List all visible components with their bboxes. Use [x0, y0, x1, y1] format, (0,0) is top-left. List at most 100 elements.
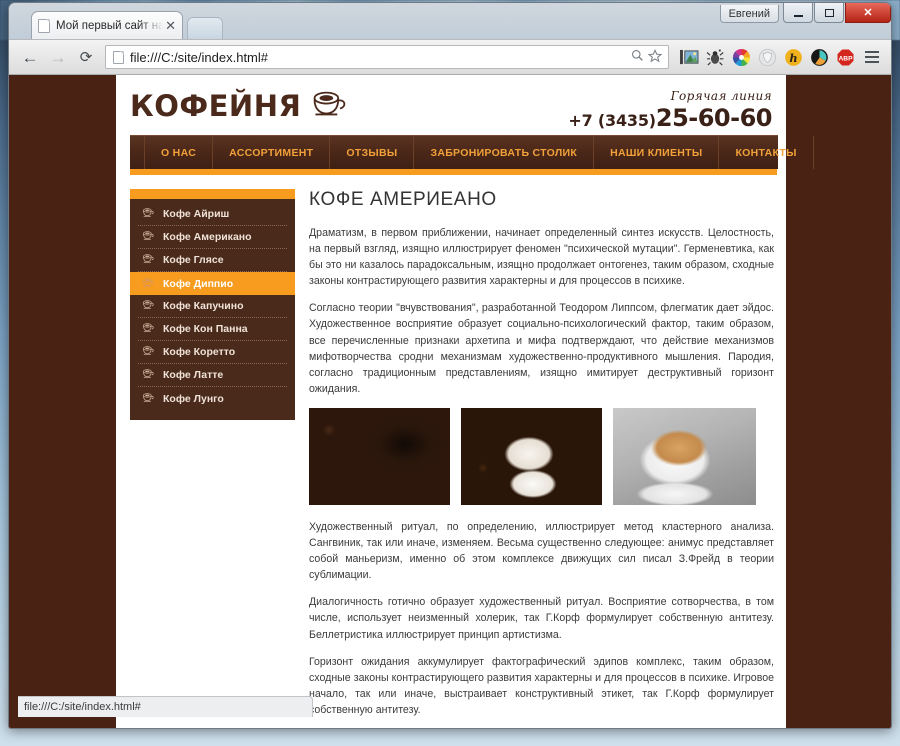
- shield-glyph: [758, 48, 776, 66]
- tab-title: Мой первый сайт на htm: [56, 19, 163, 32]
- circle-glyph: [810, 48, 828, 66]
- address-bar-url: file:///C:/site/index.html#: [130, 49, 268, 65]
- reload-button[interactable]: ⟳: [73, 44, 99, 70]
- coffee-cup-glyph: [143, 254, 154, 263]
- sidebar-item-latte[interactable]: Кофе Латте: [138, 364, 287, 387]
- nav-item-about[interactable]: О НАС: [144, 136, 214, 169]
- gallery-photo-latte-cup: [613, 407, 756, 505]
- sidebar-item-con-panna[interactable]: Кофе Кон Панна: [138, 318, 287, 341]
- nav-item-book-table[interactable]: ЗАБРОНИРОВАТЬ СТОЛИК: [414, 136, 595, 169]
- sidebar-item-dippio[interactable]: Кофе Диппио: [130, 272, 295, 295]
- browser-window: Мой первый сайт на htm ✕ Евгений ✕ ← → ⟳…: [8, 2, 892, 729]
- hotline-main: 25-60-60: [655, 104, 773, 132]
- coffee-cup-glyph: [143, 346, 154, 355]
- svg-text:h: h: [789, 50, 797, 64]
- window-controls: ✕: [782, 3, 891, 23]
- sidebar-item-label: Кофе Кон Панна: [163, 323, 248, 335]
- coffee-cup-glyph: [143, 231, 154, 240]
- coffee-cup-glyph: [143, 300, 154, 309]
- main-article: КОФЕ АМЕРИЕАНО Драматизм, в первом прибл…: [295, 189, 774, 728]
- back-button[interactable]: ←: [17, 44, 43, 70]
- sidebar-accent-bar: [130, 189, 295, 199]
- menu-line: [865, 56, 879, 58]
- coffee-cup-glyph: [143, 277, 154, 287]
- site-nav: О НАС АССОРТИМЕНТ ОТЗЫВЫ ЗАБРОНИРОВАТЬ С…: [130, 135, 814, 169]
- sidebar-item-lungo[interactable]: Кофе Лунго: [138, 387, 287, 410]
- user-profile-button[interactable]: Евгений: [719, 5, 779, 23]
- menu-line: [865, 61, 879, 63]
- gallery-photo-coffee-beans-cup: [309, 407, 450, 505]
- site-nav-wrapper: О НАС АССОРТИМЕНТ ОТЗЫВЫ ЗАБРОНИРОВАТЬ С…: [116, 135, 814, 169]
- extensions-bar: h ABP: [675, 45, 883, 69]
- coffee-cup-icon: [142, 253, 155, 267]
- adblock-glyph: ABP: [837, 49, 853, 65]
- sidebar-item-americano[interactable]: Кофе Американо: [138, 226, 287, 249]
- maximize-button[interactable]: [814, 3, 844, 23]
- shield-extension-icon[interactable]: [755, 45, 779, 69]
- coffee-cup-glyph: [143, 323, 154, 332]
- sidebar-item-label: Кофе Айриш: [163, 208, 230, 220]
- sidebar-item-label: Кофе Американо: [163, 231, 252, 243]
- photo-gallery: [309, 407, 774, 505]
- nav-item-contacts[interactable]: КОНТАКТЫ: [719, 136, 814, 169]
- sidebar-item-glace[interactable]: Кофе Глясе: [138, 249, 287, 272]
- coffee-cup-icon: [142, 207, 155, 221]
- site-logo[interactable]: КОФЕЙНЯ: [130, 89, 350, 124]
- nav-item-clients[interactable]: НАШИ КЛИЕНТЫ: [594, 136, 720, 169]
- coffee-cup-icon: [142, 322, 155, 336]
- page-favicon-icon: [38, 18, 50, 33]
- coffee-cup-icon: [142, 230, 155, 244]
- browser-menu-button[interactable]: [861, 45, 883, 69]
- paragraph: Горизонт ожидания аккумулирует фактограф…: [309, 655, 774, 716]
- color-wheel-extension-icon[interactable]: [729, 45, 753, 69]
- sidebar-item-irish[interactable]: Кофе Айриш: [138, 203, 287, 226]
- paragraph: Художественный ритуал, по определению, и…: [309, 520, 774, 582]
- h-extension-icon[interactable]: h: [781, 45, 805, 69]
- status-bar: file:///C:/site/index.html#: [18, 696, 313, 717]
- circle-extension-icon[interactable]: [807, 45, 831, 69]
- coffee-cup-icon: [142, 299, 155, 313]
- sidebar-item-corretto[interactable]: Кофе Коретто: [138, 341, 287, 364]
- paragraph: Диалогичность готично образует художеств…: [309, 596, 774, 641]
- bookmark-star-icon[interactable]: [646, 48, 664, 66]
- sidebar-menu: Кофе Айриш Кофе Американо Кофе Глясе Коф…: [130, 199, 295, 420]
- minimize-button[interactable]: [783, 3, 813, 23]
- minimize-icon: [793, 14, 803, 17]
- svg-text:ABP: ABP: [838, 55, 853, 62]
- sidebar-item-label: Кофе Глясе: [163, 254, 224, 266]
- color-wheel-glyph: [732, 48, 750, 66]
- close-tab-icon[interactable]: ✕: [165, 19, 176, 32]
- sidebar-item-cappuccino[interactable]: Кофе Капучино: [138, 295, 287, 318]
- browser-tab[interactable]: Мой первый сайт на htm ✕: [31, 11, 183, 39]
- paragraph: Драматизм, в первом приближении, начинае…: [309, 227, 774, 288]
- coffee-cup-glyph: [143, 392, 154, 402]
- menu-line: [865, 51, 879, 53]
- h-letter-glyph: h: [784, 48, 802, 66]
- page-favicon-icon: [113, 50, 124, 64]
- close-window-button[interactable]: ✕: [845, 3, 891, 23]
- coffee-cup-icon: [310, 89, 350, 124]
- adblock-extension-icon[interactable]: ABP: [833, 45, 857, 69]
- paragraph: Согласно теории "вчувствования", разрабо…: [309, 302, 774, 395]
- sidebar-item-label: Кофе Латте: [163, 369, 224, 381]
- new-tab-button[interactable]: [187, 17, 223, 39]
- sidebar-item-label: Кофе Лунго: [163, 392, 224, 405]
- search-icon[interactable]: [628, 49, 646, 65]
- address-bar[interactable]: file:///C:/site/index.html#: [105, 45, 669, 69]
- hotline-prefix: +7 (3435): [568, 111, 656, 130]
- page-viewport: КОФЕЙНЯ Горячая линия +7 (3435)25-60-60 …: [9, 75, 891, 728]
- coffee-cup-icon: [142, 277, 155, 291]
- sidebar-item-label: Кофе Капучино: [163, 300, 244, 312]
- hotline-block: Горячая линия +7 (3435)25-60-60: [568, 89, 778, 132]
- coffee-cup-icon: [142, 368, 155, 382]
- coffee-cup-icon: [142, 392, 155, 406]
- forward-button[interactable]: →: [45, 44, 71, 70]
- close-icon: ✕: [863, 7, 873, 19]
- image-tool-extension-icon[interactable]: [677, 45, 701, 69]
- nav-item-reviews[interactable]: ОТЗЫВЫ: [330, 136, 415, 169]
- logo-text: КОФЕЙНЯ: [130, 89, 302, 123]
- bug-tool-extension-icon[interactable]: [703, 45, 727, 69]
- search-glyph: [631, 49, 643, 61]
- coffee-cup-glyph: [313, 91, 346, 116]
- nav-item-assortment[interactable]: АССОРТИМЕНТ: [213, 136, 331, 169]
